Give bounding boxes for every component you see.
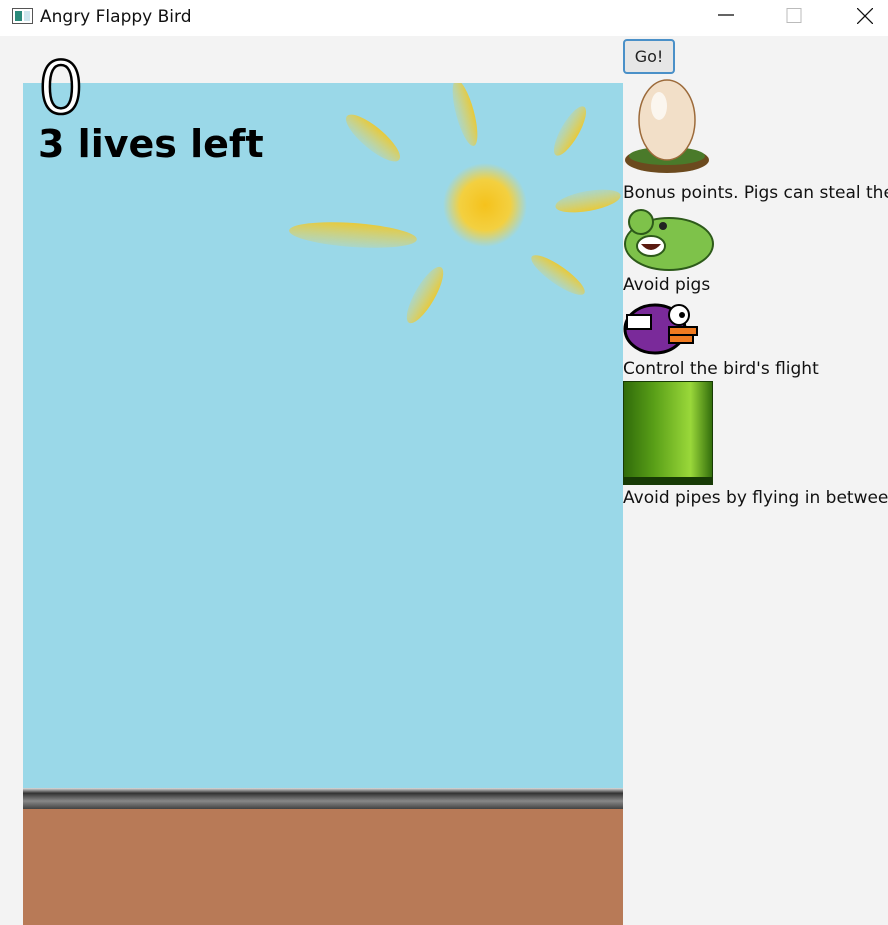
- close-icon: [857, 8, 873, 24]
- title-bar: Angry Flappy Bird: [0, 0, 888, 36]
- ground: [23, 788, 623, 925]
- score-display: 0: [37, 46, 85, 130]
- legend-egg-label: Bonus points. Pigs can steal them: [623, 183, 888, 203]
- minimize-button[interactable]: [703, 0, 749, 32]
- pig-icon: [623, 206, 715, 277]
- purple-bird-icon: [623, 297, 699, 362]
- pipe-icon: [622, 380, 714, 491]
- maximize-icon: [786, 8, 802, 23]
- go-button[interactable]: Go!: [623, 39, 675, 74]
- legend-pig-label: Avoid pigs: [623, 275, 711, 295]
- legend-bird-label: Control the bird's flight: [623, 359, 819, 379]
- lives-display: 3 lives left: [38, 122, 264, 166]
- minimize-icon: [718, 14, 734, 16]
- app-icon: [12, 8, 33, 24]
- window-title: Angry Flappy Bird: [40, 7, 192, 27]
- close-button[interactable]: [842, 0, 888, 32]
- egg-nest-icon: [623, 78, 711, 183]
- maximize-button[interactable]: [771, 0, 817, 32]
- legend-pipe-label: Avoid pipes by flying in between: [623, 488, 888, 508]
- game-canvas[interactable]: [23, 83, 623, 925]
- sun: [289, 83, 621, 324]
